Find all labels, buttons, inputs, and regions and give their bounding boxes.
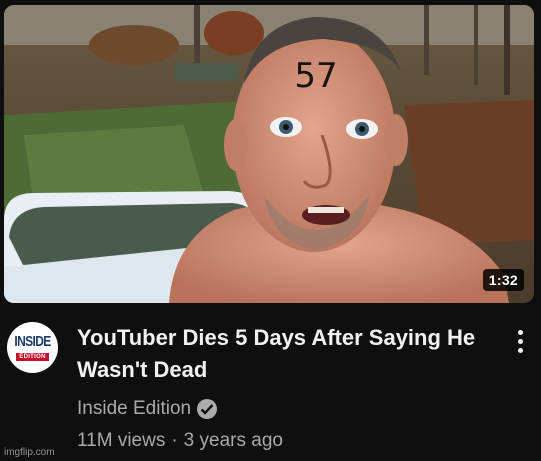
watermark: imgflip.com <box>4 447 55 458</box>
channel-name[interactable]: Inside Edition <box>77 398 191 420</box>
video-thumbnail[interactable]: 57 1:32 <box>4 5 534 303</box>
verified-check-icon <box>197 399 218 419</box>
video-metadata: 11M views · 3 years ago <box>77 427 283 455</box>
avatar-logo-text: INSIDE <box>14 333 51 350</box>
upload-age: 3 years ago <box>183 430 283 451</box>
video-title[interactable]: YouTuber Dies 5 Days After Saying He Was… <box>77 322 497 386</box>
avatar-logo-subtext: EDITION <box>16 353 49 361</box>
more-vert-icon[interactable] <box>512 328 530 356</box>
thumbnail-image: 57 <box>4 5 534 303</box>
channel-row: Inside Edition <box>77 394 218 424</box>
channel-avatar[interactable]: INSIDE EDITION <box>7 322 58 373</box>
meta-separator: · <box>171 430 178 451</box>
view-count: 11M views <box>77 430 166 451</box>
duration-badge: 1:32 <box>482 269 524 291</box>
forehead-text: 57 <box>294 56 337 96</box>
